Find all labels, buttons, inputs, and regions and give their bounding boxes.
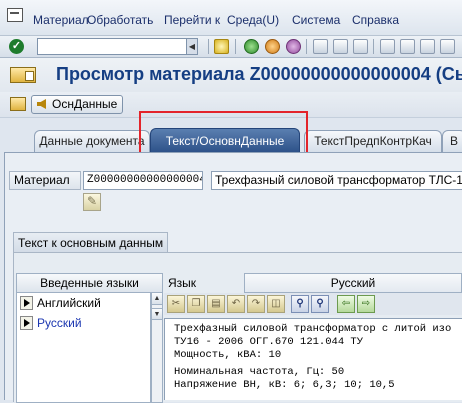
title-bar: Просмотр материала Z00000000000000004 (С…: [0, 58, 462, 92]
tab-more[interactable]: В: [442, 130, 462, 152]
redo-icon[interactable]: ↷: [247, 295, 265, 313]
menu-system[interactable]: Система: [292, 13, 340, 27]
other-material-icon[interactable]: [10, 97, 26, 111]
list-item[interactable]: Английский: [17, 293, 152, 313]
find-next-icon[interactable]: [353, 39, 368, 54]
cancel-icon[interactable]: [286, 39, 301, 54]
command-dropdown-button[interactable]: ◀: [187, 38, 198, 55]
row-select-icon[interactable]: [20, 316, 33, 330]
undo-icon[interactable]: ↶: [227, 295, 245, 313]
find-text-icon[interactable]: ⚲: [291, 295, 309, 313]
paste-icon[interactable]: ▤: [207, 295, 225, 313]
find-icon[interactable]: [333, 39, 348, 54]
cut-icon[interactable]: ✂: [167, 295, 185, 313]
language-label: Язык: [168, 276, 197, 290]
edit-long-text-icon[interactable]: [83, 193, 101, 211]
import-icon[interactable]: ⇦: [337, 295, 355, 313]
first-page-icon[interactable]: [380, 39, 395, 54]
back-arrow-icon: [37, 99, 46, 109]
standard-toolbar: ✓ ◀: [0, 36, 462, 58]
basic-data-button-label: ОснДанные: [52, 97, 118, 111]
toolbar-separator: [306, 39, 307, 54]
copy-icon[interactable]: ❐: [187, 295, 205, 313]
save-icon[interactable]: [214, 39, 229, 54]
languages-scrollbar[interactable]: ▲ ▼: [151, 293, 163, 403]
print-icon[interactable]: [313, 39, 328, 54]
material-description-field[interactable]: Трехфазный силовой трансформатор ТЛС-10: [211, 171, 462, 190]
tab-document-data[interactable]: Данные документа: [34, 130, 150, 152]
material-display-icon: [10, 67, 36, 83]
find-next-text-icon[interactable]: ⚲: [311, 295, 329, 313]
material-number-field[interactable]: Z00000000000000004: [83, 171, 203, 190]
basic-data-button[interactable]: ОснДанные: [31, 95, 123, 114]
list-item[interactable]: Русский: [17, 313, 152, 333]
row-select-icon[interactable]: [20, 296, 33, 310]
toolbar-separator: [208, 39, 209, 54]
next-page-icon[interactable]: [420, 39, 435, 54]
text-line: Трехфазный силовой трансформатор с литой…: [174, 323, 452, 335]
language-name: Английский: [37, 296, 101, 310]
command-field[interactable]: [37, 38, 187, 55]
editor-toolbar: ✂ ❐ ▤ ↶ ↷ ◫ ⚲ ⚲ ⇦ ⇨: [164, 293, 462, 315]
menu-help[interactable]: Справка: [352, 13, 399, 27]
scroll-down-icon[interactable]: ▼: [152, 308, 162, 320]
previous-page-icon[interactable]: [400, 39, 415, 54]
section-title: Текст к основным данным: [13, 232, 168, 252]
menu-environment[interactable]: Среда(U): [227, 13, 279, 27]
text-line: ТУ16 - 2006 ОГГ.670 121.044 ТУ: [174, 336, 364, 348]
app-menu-icon[interactable]: [7, 8, 23, 22]
text-line: Номинальная частота, Гц: 50: [174, 366, 345, 378]
language-value: Русский: [244, 273, 462, 293]
language-name: Русский: [37, 316, 82, 330]
languages-list: Английский Русский: [16, 293, 151, 403]
text-line: Напряжение ВН, кВ: 6; 6,3; 10; 10,5: [174, 379, 395, 391]
languages-header: Введенные языки: [16, 273, 163, 293]
insert-icon[interactable]: ◫: [267, 295, 285, 313]
toolbar-separator: [373, 39, 374, 54]
scroll-up-icon[interactable]: ▲: [152, 293, 162, 305]
export-icon[interactable]: ⇨: [357, 295, 375, 313]
text-line: Мощность, кВА: 10: [174, 349, 282, 361]
toolbar-separator: [235, 39, 236, 54]
menu-bar: Материал Обработать Перейти к Среда(U) С…: [0, 0, 462, 36]
tab-text-basic-data[interactable]: Текст/ОсновнДанные: [150, 128, 300, 154]
back-icon[interactable]: [244, 39, 259, 54]
material-label: Материал: [9, 171, 81, 190]
last-page-icon[interactable]: [440, 39, 455, 54]
long-text-editor[interactable]: Трехфазный силовой трансформатор с литой…: [164, 318, 462, 400]
application-toolbar: ОснДанные: [0, 92, 462, 118]
menu-edit[interactable]: Обработать: [87, 13, 153, 27]
exit-icon[interactable]: [265, 39, 280, 54]
menu-material[interactable]: Материал: [33, 13, 89, 27]
menu-goto[interactable]: Перейти к: [164, 13, 220, 27]
page-title: Просмотр материала Z00000000000000004 (С…: [56, 64, 462, 84]
tab-inspection-text[interactable]: ТекстПредпКонтрКач: [304, 130, 442, 152]
enter-check-icon[interactable]: ✓: [9, 39, 24, 54]
